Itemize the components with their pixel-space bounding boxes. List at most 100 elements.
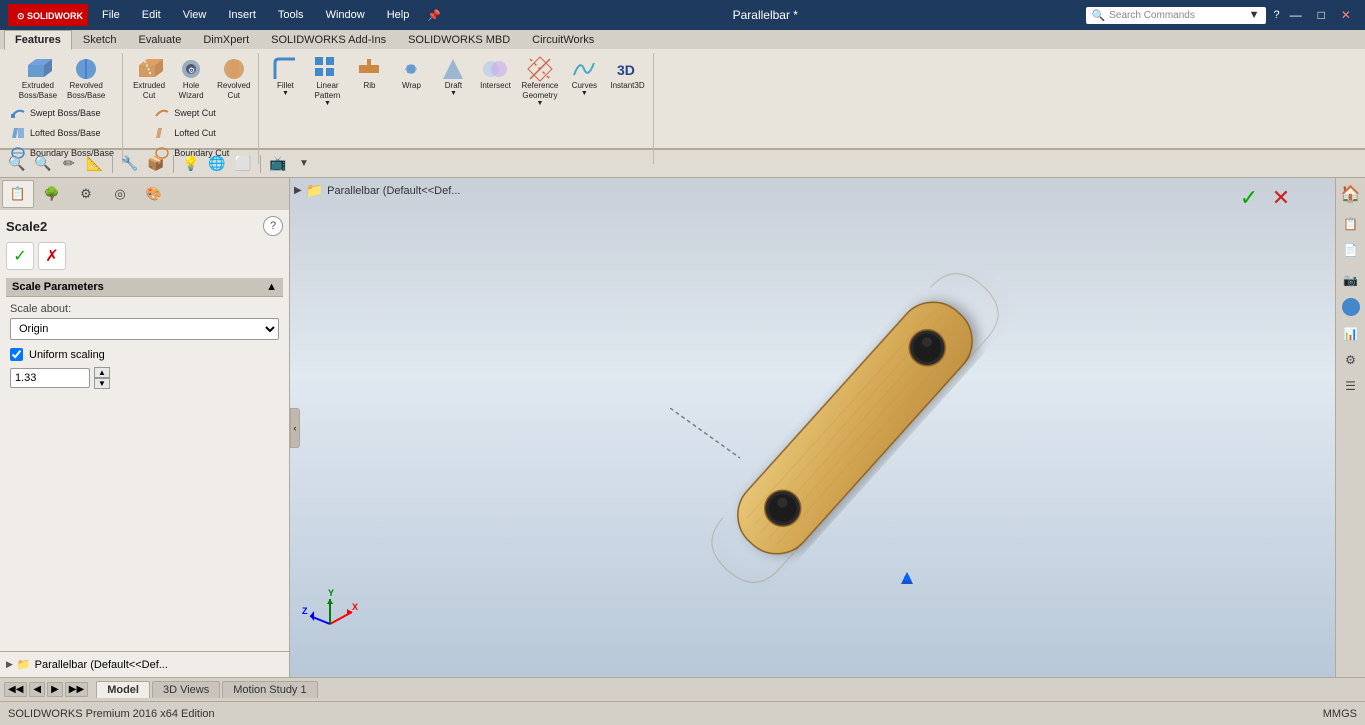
btn-draft[interactable]: Draft ▼ xyxy=(433,55,473,99)
appearance-btn[interactable]: 💡 xyxy=(180,153,202,175)
scale-params-section[interactable]: Scale Parameters ▲ xyxy=(6,278,283,297)
nav-last-btn[interactable]: ▶▶ xyxy=(65,682,88,697)
tree-expand-icon[interactable]: ▶ xyxy=(294,185,302,196)
tab-addins[interactable]: SOLIDWORKS Add-Ins xyxy=(260,30,397,49)
scale-value-input[interactable] xyxy=(10,368,90,388)
btn-revolved-boss[interactable]: RevolvedBoss/Base xyxy=(63,55,109,102)
btn-revolved-cut[interactable]: RevolvedCut xyxy=(213,55,254,102)
tab-dimxpert[interactable]: DimXpert xyxy=(192,30,260,49)
rt-camera-btn[interactable]: 📷 xyxy=(1339,268,1363,292)
collapse-handle[interactable]: ‹ xyxy=(290,408,300,448)
breadcrumb-text: Parallelbar (Default<<Def... xyxy=(327,185,460,197)
measure-btn[interactable]: 📐 xyxy=(84,153,106,175)
tab-3d-views[interactable]: 3D Views xyxy=(152,681,220,698)
btn-instant3d[interactable]: 3D Instant3D xyxy=(606,55,648,92)
tab-sketch[interactable]: Sketch xyxy=(72,30,128,49)
btn-swept-boss[interactable]: Swept Boss/Base xyxy=(6,104,105,122)
linear-pattern-arrow[interactable]: ▼ xyxy=(324,100,331,107)
menu-file[interactable]: File xyxy=(94,7,128,23)
btn-curves[interactable]: Curves ▼ xyxy=(564,55,604,99)
menu-view[interactable]: View xyxy=(175,7,215,23)
scale-about-row: Scale about: Origin Centroid Coordinate … xyxy=(6,303,283,340)
curves-arrow[interactable]: ▼ xyxy=(581,90,588,97)
view-options-btn[interactable]: 🔍 xyxy=(6,153,28,175)
rt-clipboard-btn[interactable]: 📋 xyxy=(1339,212,1363,236)
search-dropdown-icon[interactable]: ▼ xyxy=(1249,9,1260,21)
btn-extruded-cut[interactable]: ExtrudedCut xyxy=(129,55,169,102)
nav-next-btn[interactable]: ▶ xyxy=(47,682,63,697)
document-title: Parallelbar * xyxy=(733,8,798,22)
menu-help[interactable]: Help xyxy=(379,7,418,23)
rt-list-btn[interactable]: ☰ xyxy=(1339,374,1363,398)
uniform-scaling-checkbox[interactable] xyxy=(10,348,23,361)
feature-help-btn[interactable]: ? xyxy=(263,216,283,236)
btn-extruded-boss[interactable]: ExtrudedBoss/Base xyxy=(15,55,61,102)
viewport[interactable]: ▶ 📁 Parallelbar (Default<<Def... ✓ ✕ xyxy=(290,178,1335,677)
monitor-btn[interactable]: 📺 xyxy=(267,153,289,175)
nav-first-btn[interactable]: ◀◀ xyxy=(4,682,27,697)
titlebar-minimize[interactable]: — xyxy=(1284,6,1308,24)
nav-prev-btn[interactable]: ◀ xyxy=(29,682,45,697)
tree-root[interactable]: ▶ 📁 Parallelbar (Default<<Def... xyxy=(4,656,285,673)
rt-doc-btn[interactable]: 📄 xyxy=(1339,238,1363,262)
draft-arrow[interactable]: ▼ xyxy=(450,90,457,97)
rt-color-btn[interactable] xyxy=(1342,298,1360,316)
view-zoom-btn[interactable]: 🔍 xyxy=(32,153,54,175)
panel-tab-feature[interactable]: 📋 xyxy=(2,180,34,208)
viewport-accept-btn[interactable]: ✓ xyxy=(1235,184,1263,212)
scale-about-select[interactable]: Origin Centroid Coordinate System xyxy=(10,318,279,340)
settings-btn[interactable]: 🔧 xyxy=(119,153,141,175)
help-icon[interactable]: ? xyxy=(1274,9,1280,21)
btn-lofted-boss[interactable]: Lofted Boss/Base xyxy=(6,124,105,142)
panel-tab-tree[interactable]: 🌳 xyxy=(36,180,68,208)
swept-boss-label: Swept Boss/Base xyxy=(30,108,101,118)
btn-swept-cut[interactable]: Swept Cut xyxy=(150,104,220,122)
rt-home-btn[interactable]: 🏠 xyxy=(1339,182,1363,206)
viewport-reject-btn[interactable]: ✕ xyxy=(1267,184,1295,212)
btn-intersect[interactable]: Intersect xyxy=(475,55,515,92)
btn-rib[interactable]: Rib xyxy=(349,55,389,92)
tab-mbd[interactable]: SOLIDWORKS MBD xyxy=(397,30,521,49)
tree-icon: 📁 xyxy=(17,658,31,671)
btn-wrap[interactable]: Wrap xyxy=(391,55,431,92)
search-box[interactable]: 🔍 Search Commands ▼ xyxy=(1086,7,1266,24)
btn-lofted-cut[interactable]: Lofted Cut xyxy=(150,124,220,142)
reference-geometry-arrow[interactable]: ▼ xyxy=(536,100,543,107)
panel-tab-properties[interactable]: ⚙ xyxy=(70,180,102,208)
part-icon: 📁 xyxy=(306,182,323,199)
scale-spinner-up[interactable]: ▲ xyxy=(94,367,110,378)
more-btn[interactable]: ▼ xyxy=(293,153,315,175)
view-mode-btn[interactable]: 🌐 xyxy=(206,153,228,175)
feature-panel: Scale2 ? ✓ ✗ Scale Parameters ▲ Scale ab… xyxy=(0,210,289,651)
tab-motion-study[interactable]: Motion Study 1 xyxy=(222,681,317,698)
menu-edit[interactable]: Edit xyxy=(134,7,169,23)
cancel-button[interactable]: ✗ xyxy=(38,242,66,270)
tab-circuitworks[interactable]: CircuitWorks xyxy=(521,30,605,49)
btn-hole-wizard[interactable]: ⚙ HoleWizard xyxy=(171,55,211,102)
titlebar-close[interactable]: ✕ xyxy=(1335,6,1357,24)
menu-insert[interactable]: Insert xyxy=(220,7,264,23)
titlebar-left: ⊙ SOLIDWORKS File Edit View Insert Tools… xyxy=(8,4,445,26)
scale-spinner-down[interactable]: ▼ xyxy=(94,378,110,389)
svg-text:Y: Y xyxy=(328,588,334,598)
scale-about-label: Scale about: xyxy=(10,303,279,315)
btn-reference-geometry[interactable]: ReferenceGeometry ▼ xyxy=(517,55,562,109)
menu-tools[interactable]: Tools xyxy=(270,7,312,23)
titlebar-restore[interactable]: □ xyxy=(1312,6,1331,24)
btn-fillet[interactable]: Fillet ▼ xyxy=(265,55,305,99)
sketch-tool-btn[interactable]: ✏ xyxy=(58,153,80,175)
rt-settings-btn[interactable]: ⚙ xyxy=(1339,348,1363,372)
tab-features[interactable]: Features xyxy=(4,30,72,50)
tab-model[interactable]: Model xyxy=(96,681,150,698)
panel-tab-appearance[interactable]: 🎨 xyxy=(138,180,170,208)
tab-evaluate[interactable]: Evaluate xyxy=(128,30,193,49)
rt-chart-btn[interactable]: 📊 xyxy=(1339,322,1363,346)
btn-linear-pattern[interactable]: LinearPattern ▼ xyxy=(307,55,347,109)
feature-title: Scale2 xyxy=(6,219,47,234)
fillet-arrow[interactable]: ▼ xyxy=(282,90,289,97)
display-mode-btn[interactable]: ⬜ xyxy=(232,153,254,175)
menu-window[interactable]: Window xyxy=(318,7,373,23)
display-state-btn[interactable]: 📦 xyxy=(145,153,167,175)
ok-button[interactable]: ✓ xyxy=(6,242,34,270)
panel-tab-display[interactable]: ◎ xyxy=(104,180,136,208)
